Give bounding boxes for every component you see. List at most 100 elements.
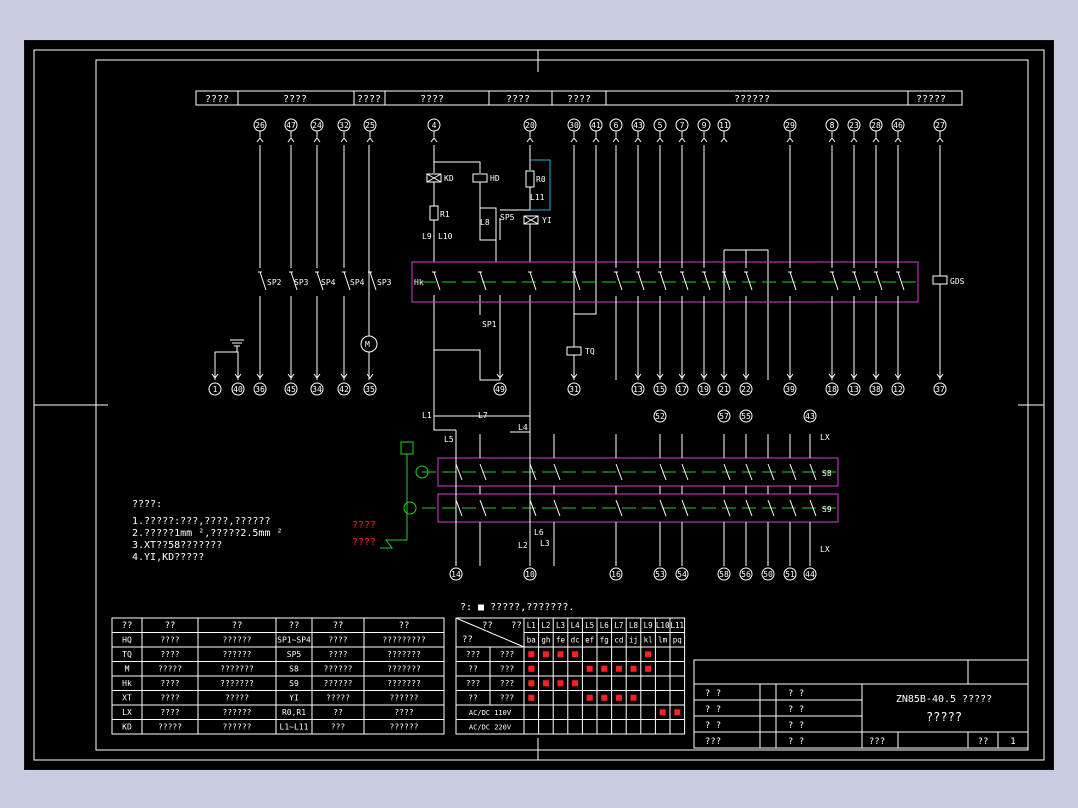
l8-label: L8 — [480, 218, 490, 227]
sp4-label: SP4 — [350, 278, 365, 287]
plug-symbol — [366, 137, 374, 143]
terminal-number: 57 — [719, 412, 729, 421]
terminal-number: 58 — [719, 570, 729, 579]
terminal: 20 — [523, 118, 537, 132]
terminal-number: 32 — [339, 121, 349, 130]
terminal-number: 50 — [763, 570, 773, 579]
terminal-number: 14 — [451, 570, 461, 579]
terminal-number: 42 — [339, 385, 349, 394]
terminal-number: 24 — [312, 121, 322, 130]
pair-label: ba — [527, 636, 536, 645]
terminal-number: 39 — [785, 385, 795, 394]
plug-symbol — [786, 137, 794, 143]
terminal: 31 — [567, 382, 581, 396]
voltage-label: AC/DC 220V — [469, 724, 512, 732]
terminal-number: 16 — [611, 570, 621, 579]
table-cell: S8 — [289, 665, 299, 674]
connection-mark — [557, 680, 564, 687]
plug-symbol — [313, 137, 321, 143]
table-cell: ?????? — [324, 665, 353, 674]
plug-symbol — [612, 137, 620, 143]
note-line: 3.XT??58??????? — [132, 540, 222, 551]
lx-label: LX — [820, 433, 830, 442]
aux-switch-frames — [437, 457, 839, 523]
pair-label: cd — [614, 636, 623, 645]
terminal-number: 54 — [677, 570, 687, 579]
pair-label: gh — [541, 636, 550, 645]
terminal-number: 43 — [805, 412, 815, 421]
terminal-number: 47 — [286, 121, 296, 130]
wire-label: L5 — [585, 621, 594, 630]
terminal: 13 — [847, 382, 861, 396]
table-cell: SP5 — [287, 650, 302, 659]
terminal: 38 — [869, 382, 883, 396]
terminal: 34 — [310, 382, 324, 396]
terminal: 49 — [493, 382, 507, 396]
plug-symbol — [256, 137, 264, 143]
aux-contacts — [455, 434, 817, 566]
wire-label: L4 — [571, 621, 581, 630]
connection-mark — [557, 651, 564, 658]
terminal: 45 — [284, 382, 298, 396]
table-cell: S9 — [289, 679, 299, 688]
l10-label: L10 — [438, 232, 453, 241]
pair-label: fg — [600, 636, 609, 645]
connection-mark — [528, 651, 535, 658]
table-cell: R0,R1 — [282, 708, 306, 717]
terminal-number: 7 — [680, 121, 685, 130]
terminal: 25 — [363, 118, 377, 132]
terminal: 41 — [589, 118, 603, 132]
contact-blade — [897, 271, 905, 291]
sp3-label: SP3 — [294, 278, 309, 287]
terminal: 19 — [697, 382, 711, 396]
notes-title: ????: — [132, 499, 162, 510]
plug-symbol — [366, 373, 374, 379]
plug-symbol — [850, 137, 858, 143]
sp4-label: SP4 — [321, 278, 336, 287]
l11-label: L11 — [530, 193, 545, 202]
terminal-number: 26 — [255, 121, 265, 130]
schematic-canvas: ???? ???? ???? ???? ???? ???? ?????? ???… — [33, 49, 1045, 761]
table-cell: ????? — [225, 694, 249, 703]
connection-mark — [572, 651, 579, 658]
sheet-label: ?? — [978, 737, 989, 747]
contact-blade — [573, 271, 581, 291]
l3-label: L3 — [540, 539, 550, 548]
hd-label: HD — [490, 174, 500, 183]
yi-label: YI — [542, 216, 552, 225]
terminal-number: 31 — [569, 385, 579, 394]
terminal-number: 52 — [655, 412, 665, 421]
terminal-number: 36 — [255, 385, 265, 394]
table-header: ?? — [333, 621, 344, 631]
connection-mark — [528, 680, 535, 687]
title-cell: ? ? — [788, 721, 804, 731]
terminal: 13 — [631, 382, 645, 396]
terminal-number: 43 — [633, 121, 643, 130]
row-label: ??? — [466, 679, 481, 688]
terminal: 44 — [803, 567, 817, 581]
header-cell: ????? — [916, 94, 946, 105]
terminal: 27 — [933, 118, 947, 132]
connection-mark — [542, 680, 549, 687]
table-cell: ????? — [158, 723, 182, 732]
terminal: 1 — [208, 382, 222, 396]
terminal: 47 — [284, 118, 298, 132]
plug-symbol — [592, 137, 600, 143]
l4-label: L4 — [518, 423, 528, 432]
s8-label: S8 — [822, 469, 832, 478]
connection-mark — [586, 694, 593, 701]
terminal: 36 — [253, 382, 267, 396]
terminal: 58 — [717, 567, 731, 581]
table-header: ?? — [399, 621, 410, 631]
terminal: 40 — [231, 382, 245, 396]
terminal: 43 — [631, 118, 645, 132]
plug-symbol — [340, 137, 348, 143]
drawing-sheet: ???? ???? ???? ???? ???? ???? ?????? ???… — [24, 40, 1054, 770]
row-sublabel: ??? — [500, 665, 515, 674]
terminal: 16 — [609, 567, 623, 581]
contact-blade — [615, 463, 623, 481]
title-cell: ? ? — [788, 689, 804, 699]
terminal: 35 — [363, 382, 377, 396]
plug-symbol — [678, 137, 686, 143]
connection-mark — [615, 694, 622, 701]
